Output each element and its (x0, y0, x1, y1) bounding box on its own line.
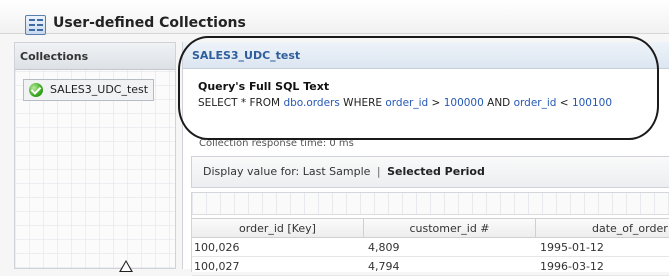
column-header-order-id[interactable]: order_id [Key] (192, 219, 364, 238)
table-header-row: order_id [Key] customer_id # date_of_ord… (192, 218, 669, 238)
annotation-oval (178, 36, 659, 140)
cell-customer-id: 4,809 (368, 241, 400, 254)
collections-header: Collections (15, 43, 175, 70)
window-title-bar: User-defined Collections (0, 0, 669, 35)
cell-order-id: 100,026 (194, 241, 240, 254)
collection-item-sales3-udc-test[interactable]: SALES3_UDC_test (23, 79, 154, 101)
check-circle-icon (29, 83, 43, 97)
cell-date-of-order: 1996-03-12 (540, 260, 604, 273)
cell-date-of-order: 1995-01-12 (540, 241, 604, 254)
collections-pane: Collections SALES3_UDC_test (14, 42, 176, 269)
mouse-cursor-fill (121, 262, 131, 271)
selected-period-option[interactable]: Selected Period (387, 165, 485, 178)
last-sample-option[interactable]: Last Sample (303, 165, 371, 178)
column-header-date-of-order[interactable]: date_of_order # (536, 219, 669, 238)
table-grid-icon (25, 15, 46, 35)
column-header-customer-id[interactable]: customer_id # (364, 219, 536, 238)
option-separator: | (376, 165, 381, 178)
display-value-bar: Display value for: Last Sample | Selecte… (191, 156, 669, 188)
cell-order-id: 100,027 (194, 260, 240, 273)
table-toolbar (192, 193, 669, 215)
cell-customer-id: 4,794 (368, 260, 400, 273)
display-value-prefix: Display value for: (203, 165, 300, 178)
collection-item-label: SALES3_UDC_test (50, 83, 149, 96)
table-row[interactable]: 100,027 4,794 1996-03-12 (192, 258, 669, 276)
table-row[interactable]: 100,026 4,809 1995-01-12 (192, 239, 669, 257)
window-title: User-defined Collections (53, 15, 246, 31)
data-table: order_id [Key] customer_id # date_of_ord… (191, 192, 669, 276)
